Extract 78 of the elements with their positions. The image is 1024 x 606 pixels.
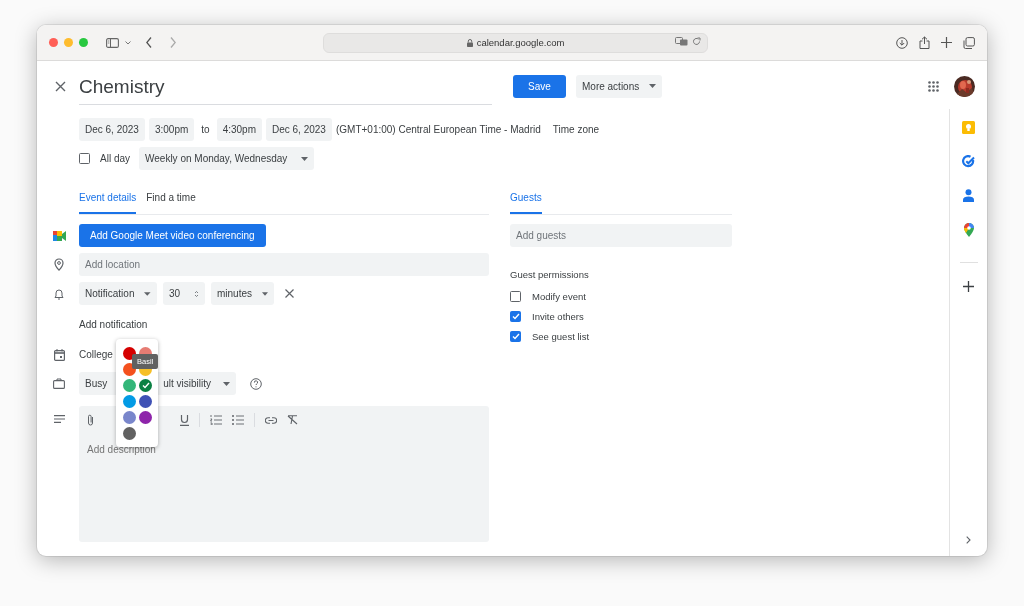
notification-unit-dropdown[interactable]: minutes bbox=[211, 282, 274, 305]
apps-grid-icon[interactable] bbox=[928, 80, 939, 92]
more-actions-button[interactable]: More actions bbox=[576, 74, 663, 98]
caret-icon bbox=[223, 381, 230, 386]
numbered-list-icon[interactable] bbox=[210, 415, 222, 425]
add-guests-field[interactable]: Add guests bbox=[510, 224, 732, 247]
guest-permissions-heading: Guest permissions bbox=[510, 269, 590, 280]
caret-icon bbox=[144, 291, 151, 296]
description-input[interactable]: Add description bbox=[87, 444, 477, 455]
bulleted-list-icon[interactable] bbox=[232, 415, 244, 425]
close-window-icon[interactable] bbox=[49, 38, 58, 47]
address-bar[interactable]: calendar.google.com bbox=[323, 32, 708, 53]
lock-icon bbox=[466, 38, 473, 47]
caret-icon bbox=[301, 156, 309, 161]
tabs-overview-icon[interactable] bbox=[963, 36, 975, 49]
color-swatch[interactable] bbox=[123, 411, 136, 424]
video-camera-icon bbox=[52, 230, 66, 241]
chevron-down-icon[interactable] bbox=[125, 40, 131, 45]
title-field[interactable]: Chemistry bbox=[79, 71, 492, 105]
calendar-icon bbox=[53, 348, 65, 361]
color-swatch[interactable] bbox=[123, 379, 136, 392]
check-circle-icon[interactable] bbox=[962, 155, 975, 168]
meet-button[interactable]: Add Google Meet video conferencing bbox=[79, 224, 266, 247]
add-notification-link[interactable]: Add notification bbox=[79, 319, 148, 330]
download-icon[interactable] bbox=[896, 36, 908, 49]
timezone-label: (GMT+01:00) Central European Time - Madrid bbox=[335, 124, 541, 135]
calendar-name[interactable]: College bbox=[79, 349, 113, 360]
map-pin-icon[interactable] bbox=[963, 223, 974, 237]
permission-label: See guest list bbox=[532, 330, 590, 342]
briefcase-icon bbox=[53, 378, 65, 389]
all-day-checkbox[interactable] bbox=[79, 153, 90, 164]
checkbox[interactable] bbox=[510, 310, 521, 322]
add-icon[interactable] bbox=[963, 281, 974, 292]
notification-amount-field[interactable]: 30 bbox=[163, 282, 205, 305]
link-icon[interactable] bbox=[265, 416, 277, 424]
share-icon[interactable] bbox=[919, 36, 930, 49]
caret-icon bbox=[649, 84, 657, 88]
notification-type-dropdown[interactable]: Notification bbox=[79, 282, 157, 305]
location-pin-icon bbox=[54, 258, 64, 271]
location-field[interactable]: Add location bbox=[79, 253, 489, 276]
sidebar-icon[interactable] bbox=[106, 37, 119, 48]
stepper-icon[interactable] bbox=[194, 289, 199, 298]
color-swatch[interactable] bbox=[139, 379, 152, 392]
new-tab-icon[interactable] bbox=[941, 37, 952, 48]
color-swatch[interactable] bbox=[139, 411, 152, 424]
bell-icon bbox=[54, 287, 64, 300]
checkbox[interactable] bbox=[510, 330, 521, 342]
permission-label: Modify event bbox=[532, 290, 586, 302]
underline-icon[interactable] bbox=[180, 414, 189, 426]
clear-formatting-icon[interactable] bbox=[287, 415, 298, 425]
chevron-right-icon[interactable] bbox=[966, 536, 971, 544]
remove-icon[interactable] bbox=[285, 289, 294, 298]
attachment-icon[interactable] bbox=[87, 414, 94, 426]
save-button[interactable]: Save bbox=[513, 74, 566, 98]
recurrence-dropdown[interactable]: Weekly on Monday, Wednesday bbox=[139, 147, 315, 170]
tab[interactable]: Guests bbox=[510, 188, 542, 214]
description-icon bbox=[53, 415, 65, 423]
all-day-label: All day bbox=[100, 153, 130, 164]
color-swatch[interactable] bbox=[123, 395, 136, 408]
to-label: to bbox=[201, 124, 210, 135]
start-time-field[interactable]: 3:00pm bbox=[148, 118, 195, 141]
back-icon[interactable] bbox=[146, 37, 152, 48]
checkbox[interactable] bbox=[510, 290, 521, 302]
color-swatch[interactable] bbox=[123, 427, 136, 440]
timezone-link[interactable]: Time zone bbox=[552, 124, 600, 135]
person-icon[interactable] bbox=[963, 189, 974, 202]
color-swatch[interactable] bbox=[139, 395, 152, 408]
end-date-field[interactable]: Dec 6, 2023 bbox=[266, 118, 332, 141]
tab[interactable]: Event details bbox=[79, 188, 137, 214]
close-icon[interactable] bbox=[54, 80, 66, 92]
help-icon[interactable] bbox=[250, 377, 262, 390]
permission-label: Invite others bbox=[532, 310, 584, 322]
tab[interactable]: Find a time bbox=[146, 188, 196, 214]
start-date-field[interactable]: Dec 6, 2023 bbox=[79, 118, 145, 141]
reload-icon[interactable] bbox=[692, 36, 701, 46]
translate-icon[interactable] bbox=[675, 36, 688, 46]
caret-icon bbox=[262, 291, 268, 296]
end-time-field[interactable]: 4:30pm bbox=[216, 118, 262, 141]
